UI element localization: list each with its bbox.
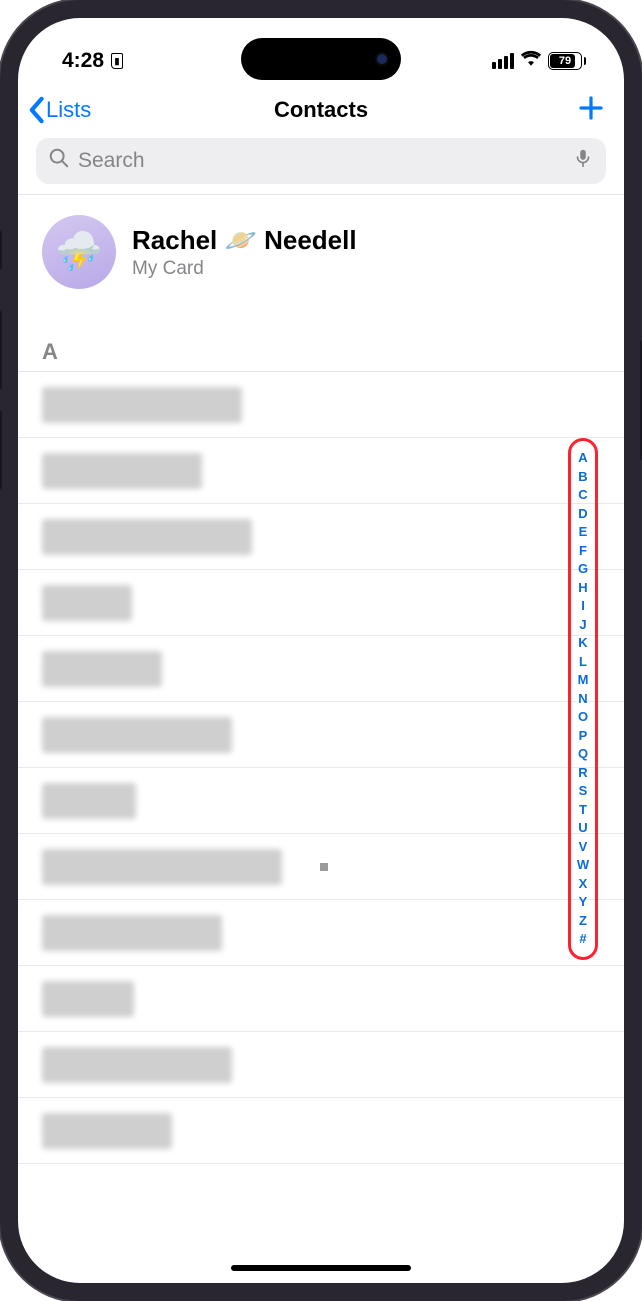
contact-row[interactable]	[18, 570, 624, 636]
my-card-text: Rachel 🪐 Needell My Card	[132, 225, 357, 280]
index-letter[interactable]: A	[578, 449, 587, 468]
index-letter[interactable]: I	[581, 597, 585, 616]
index-letter[interactable]: #	[579, 930, 586, 949]
index-letter[interactable]: P	[579, 727, 588, 746]
contact-row[interactable]	[18, 1032, 624, 1098]
nav-bar: Lists Contacts	[18, 86, 624, 134]
index-letter[interactable]: U	[578, 819, 587, 838]
mute-switch	[0, 230, 2, 270]
redacted-contact-name	[42, 981, 134, 1017]
index-letter[interactable]: S	[579, 782, 588, 801]
redacted-contact-name	[42, 1113, 172, 1149]
mic-icon[interactable]	[572, 147, 594, 175]
index-letter[interactable]: O	[578, 708, 588, 727]
contact-list	[18, 372, 624, 1164]
index-letter[interactable]: V	[579, 838, 588, 857]
redacted-contact-name	[42, 585, 132, 621]
index-letter[interactable]: D	[578, 505, 587, 524]
contact-row[interactable]	[18, 504, 624, 570]
search-container	[18, 134, 624, 194]
contact-row[interactable]	[18, 966, 624, 1032]
phone-frame: 4:28 ▮ 79 Lists	[0, 0, 642, 1301]
index-letter[interactable]: W	[577, 856, 589, 875]
index-letter[interactable]: Q	[578, 745, 588, 764]
redacted-contact-name	[42, 519, 252, 555]
index-letter[interactable]: H	[578, 579, 587, 598]
index-letter[interactable]: B	[578, 468, 587, 487]
redacted-contact-name	[42, 717, 232, 753]
redacted-contact-name	[42, 915, 222, 951]
redacted-contact-name	[42, 849, 282, 885]
index-letter[interactable]: N	[578, 690, 587, 709]
index-letter[interactable]: R	[578, 764, 587, 783]
section-index-bar[interactable]: ABCDEFGHIJKLMNOPQRSTUVWXYZ#	[568, 438, 598, 960]
sim-icon: ▮	[111, 53, 123, 69]
screen: 4:28 ▮ 79 Lists	[18, 18, 624, 1283]
contact-row[interactable]	[18, 834, 624, 900]
index-letter[interactable]: G	[578, 560, 588, 579]
wifi-icon	[520, 47, 542, 75]
avatar: ⛈️	[42, 215, 116, 289]
redacted-contact-name	[42, 651, 162, 687]
status-right: 79	[492, 47, 594, 75]
contact-row[interactable]	[18, 438, 624, 504]
my-card-name: Rachel 🪐 Needell	[132, 225, 357, 256]
status-time-group: 4:28 ▮	[62, 49, 123, 73]
index-letter[interactable]: J	[579, 616, 586, 635]
back-label: Lists	[46, 97, 91, 123]
index-letter[interactable]: X	[579, 875, 588, 894]
my-card-sub: My Card	[132, 258, 357, 280]
index-letter[interactable]: F	[579, 542, 587, 561]
section-header: A	[18, 311, 624, 372]
volume-up	[0, 310, 2, 390]
index-letter[interactable]: Y	[579, 893, 588, 912]
redacted-contact-name	[42, 783, 136, 819]
index-letter[interactable]: K	[578, 634, 587, 653]
battery-icon: 79	[548, 52, 586, 70]
contact-row[interactable]	[18, 372, 624, 438]
add-contact-button[interactable]	[576, 93, 606, 128]
index-letter[interactable]: L	[579, 653, 587, 672]
contact-row[interactable]	[18, 1098, 624, 1164]
search-field[interactable]	[36, 138, 606, 184]
contact-row[interactable]	[18, 636, 624, 702]
contact-row[interactable]	[18, 900, 624, 966]
index-letter[interactable]: E	[579, 523, 588, 542]
index-letter[interactable]: Z	[579, 912, 587, 931]
index-letter[interactable]: T	[579, 801, 587, 820]
page-title: Contacts	[274, 97, 368, 123]
redacted-contact-name	[42, 1047, 232, 1083]
cellular-icon	[492, 53, 514, 69]
redacted-contact-name	[42, 453, 202, 489]
avatar-emoji: ⛈️	[55, 230, 102, 274]
redacted-contact-name	[42, 387, 242, 423]
contact-row[interactable]	[18, 768, 624, 834]
my-card[interactable]: ⛈️ Rachel 🪐 Needell My Card	[18, 195, 624, 311]
contact-row[interactable]	[18, 702, 624, 768]
search-icon	[48, 147, 70, 175]
extra-glyph	[320, 863, 328, 871]
index-letter[interactable]: C	[578, 486, 587, 505]
back-button[interactable]: Lists	[26, 96, 91, 124]
home-indicator[interactable]	[231, 1265, 411, 1271]
index-letter[interactable]: M	[578, 671, 589, 690]
status-time: 4:28	[62, 49, 104, 73]
search-input[interactable]	[78, 149, 564, 173]
dynamic-island	[241, 38, 401, 80]
battery-percent: 79	[559, 55, 571, 67]
volume-down	[0, 410, 2, 490]
